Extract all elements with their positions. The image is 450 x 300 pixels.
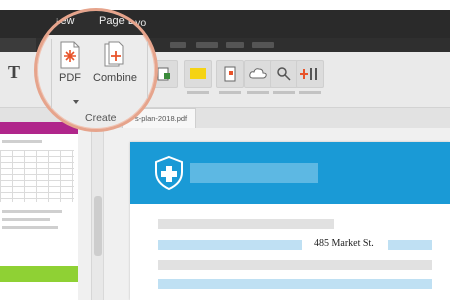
- search-icon: [277, 67, 291, 81]
- text-line-placeholder: [388, 240, 432, 250]
- scrollbar-thumb[interactable]: [94, 196, 102, 256]
- chevron-down-icon[interactable]: [73, 100, 79, 104]
- cloud-tool[interactable]: [244, 60, 272, 94]
- document-tool[interactable]: [216, 60, 244, 94]
- combine-button[interactable]: Combine: [93, 41, 137, 84]
- pdf-file-icon: [60, 41, 80, 69]
- tools-tool[interactable]: [296, 60, 324, 94]
- thumbnail-accent-band: [0, 266, 78, 282]
- top-strip: [0, 0, 450, 10]
- text-tool-icon[interactable]: T: [8, 62, 20, 83]
- menu-placeholder[interactable]: [252, 42, 274, 48]
- pdf-button-label: PDF: [59, 72, 81, 84]
- create-pdf-button[interactable]: PDF: [59, 41, 81, 84]
- tool-label-placeholder: [219, 91, 241, 94]
- document-icon: [224, 66, 236, 82]
- address-text: 485 Market St.: [314, 238, 374, 249]
- tool-label-placeholder: [273, 91, 295, 94]
- menu-page-layout[interactable]: Page Layo: [99, 15, 152, 27]
- active-mode-tab[interactable]: [0, 38, 36, 52]
- note-tool[interactable]: [184, 60, 212, 94]
- text-line-placeholder: [158, 219, 334, 229]
- text-line-placeholder: [158, 240, 302, 250]
- note-icon: [190, 68, 206, 79]
- create-group-label: Create: [85, 112, 117, 124]
- tool-label-placeholder: [247, 91, 269, 94]
- search-tool[interactable]: [270, 60, 298, 94]
- menu-view[interactable]: iew: [58, 15, 75, 27]
- text-line-placeholder: [158, 260, 432, 270]
- combine-files-icon: [104, 41, 124, 67]
- cloud-icon: [249, 68, 267, 79]
- create-callout: iew Page Layo PDF Combine Create: [34, 8, 158, 132]
- tools-icon: [300, 68, 317, 80]
- text-line-placeholder: [158, 279, 432, 289]
- group-divider: [51, 39, 52, 111]
- menu-placeholder[interactable]: [196, 42, 218, 48]
- thumbnail-table: [0, 150, 74, 202]
- group-divider: [147, 39, 148, 111]
- tool-label-placeholder: [299, 91, 321, 94]
- banner-title-placeholder: [190, 163, 318, 183]
- tool-label-placeholder: [187, 91, 209, 94]
- shield-cross-icon: [155, 155, 183, 191]
- combine-button-label: Combine: [93, 72, 138, 84]
- menu-placeholder[interactable]: [226, 42, 244, 48]
- menu-placeholder[interactable]: [170, 42, 186, 48]
